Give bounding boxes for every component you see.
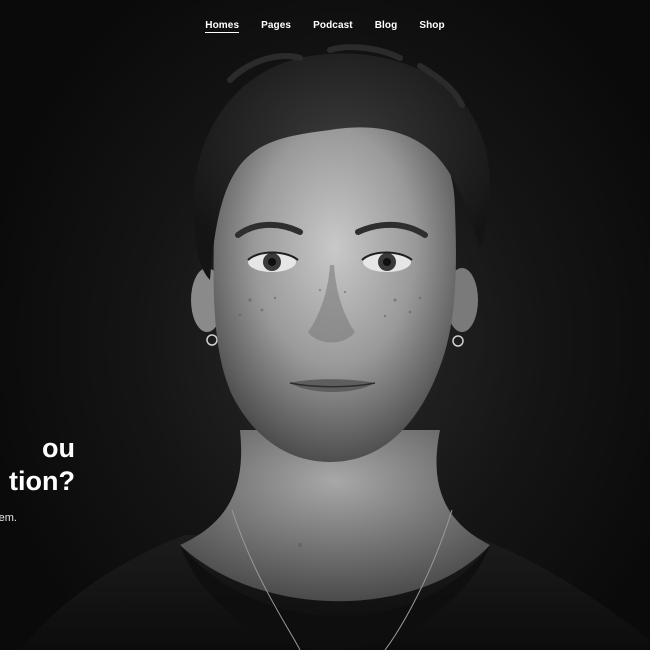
main-nav: Homes Pages Podcast Blog Shop	[0, 20, 650, 33]
nav-item-blog[interactable]: Blog	[375, 20, 398, 33]
nav-item-homes[interactable]: Homes	[205, 20, 240, 33]
nav-item-pages[interactable]: Pages	[261, 20, 291, 33]
hero-subtext: em.	[0, 512, 17, 524]
hero-section: Homes Pages Podcast Blog Shop ou tion? e…	[0, 0, 650, 650]
nav-item-podcast[interactable]: Podcast	[313, 20, 353, 33]
hero-headline: ou tion?	[0, 432, 75, 498]
hero-headline-line-1: ou	[42, 433, 75, 463]
hero-headline-line-2: tion?	[9, 466, 75, 496]
hero-portrait-image	[20, 44, 650, 650]
nav-item-shop[interactable]: Shop	[419, 20, 444, 33]
